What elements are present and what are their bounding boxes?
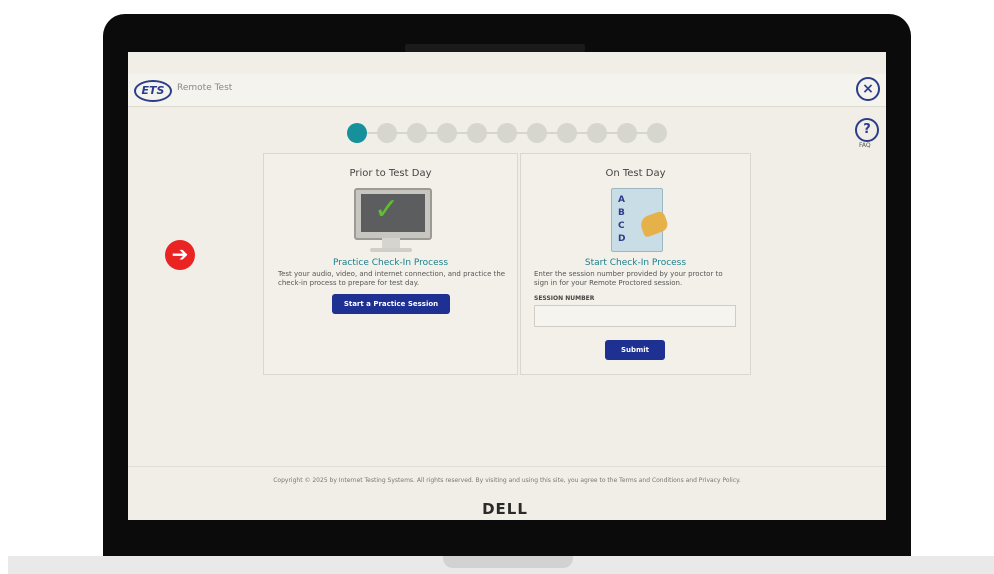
option-label: D [618,234,626,244]
app-title: Remote Test [177,83,233,93]
option-label: C [618,221,625,231]
option-label: B [618,208,625,218]
progress-step-dot [407,123,427,143]
monitor-stand [382,238,400,248]
progress-step-dot [497,123,517,143]
monitor-icon: ✓ [354,188,432,240]
progress-step-dot [647,123,667,143]
faq-label[interactable]: FAQ [859,142,871,149]
on-test-day-panel: On Test Day A B C D Start Check-In Proce… [520,153,751,375]
progress-step-dot [527,123,547,143]
session-number-label: SESSION NUMBER [534,295,595,302]
panel-title: Prior to Test Day [349,168,432,179]
dell-logo: DELL [482,500,528,518]
checkin-subtitle: Start Check-In Process [584,258,687,268]
progress-step-dot [617,123,637,143]
progress-step-dot [557,123,577,143]
arrow-right-icon: ➔ [165,240,195,270]
app-header: ETS Remote Test × [128,74,886,107]
prior-to-test-day-panel: Prior to Test Day ✓ Practice Check-In Pr… [263,153,518,375]
checkin-description: Enter the session number provided by you… [534,270,723,287]
copyright-text: Copyright © 2025 by Internet Testing Sys… [273,477,741,484]
checkmark-icon: ✓ [374,192,400,227]
submit-button[interactable]: Submit [605,340,665,360]
progress-step-dot [437,123,457,143]
practice-subtitle: Practice Check-In Process [332,258,449,268]
progress-step-dot [467,123,487,143]
practice-description: Test your audio, video, and internet con… [278,270,506,287]
screen: ETS Remote Test × ? FAQ Prior to Test Da… [128,52,886,520]
session-number-input[interactable] [534,305,736,327]
close-icon[interactable]: × [856,77,880,101]
panel-title: On Test Day [605,168,666,179]
progress-step-dot [587,123,607,143]
progress-step-dot [347,123,367,143]
start-practice-session-button[interactable]: Start a Practice Session [332,294,450,314]
option-label: A [618,195,625,205]
monitor-base [370,248,412,252]
help-icon[interactable]: ? [855,118,879,142]
webcam-strip [405,44,585,52]
progress-step-dot [377,123,397,143]
ets-logo: ETS [134,80,172,102]
laptop-notch [443,556,573,568]
